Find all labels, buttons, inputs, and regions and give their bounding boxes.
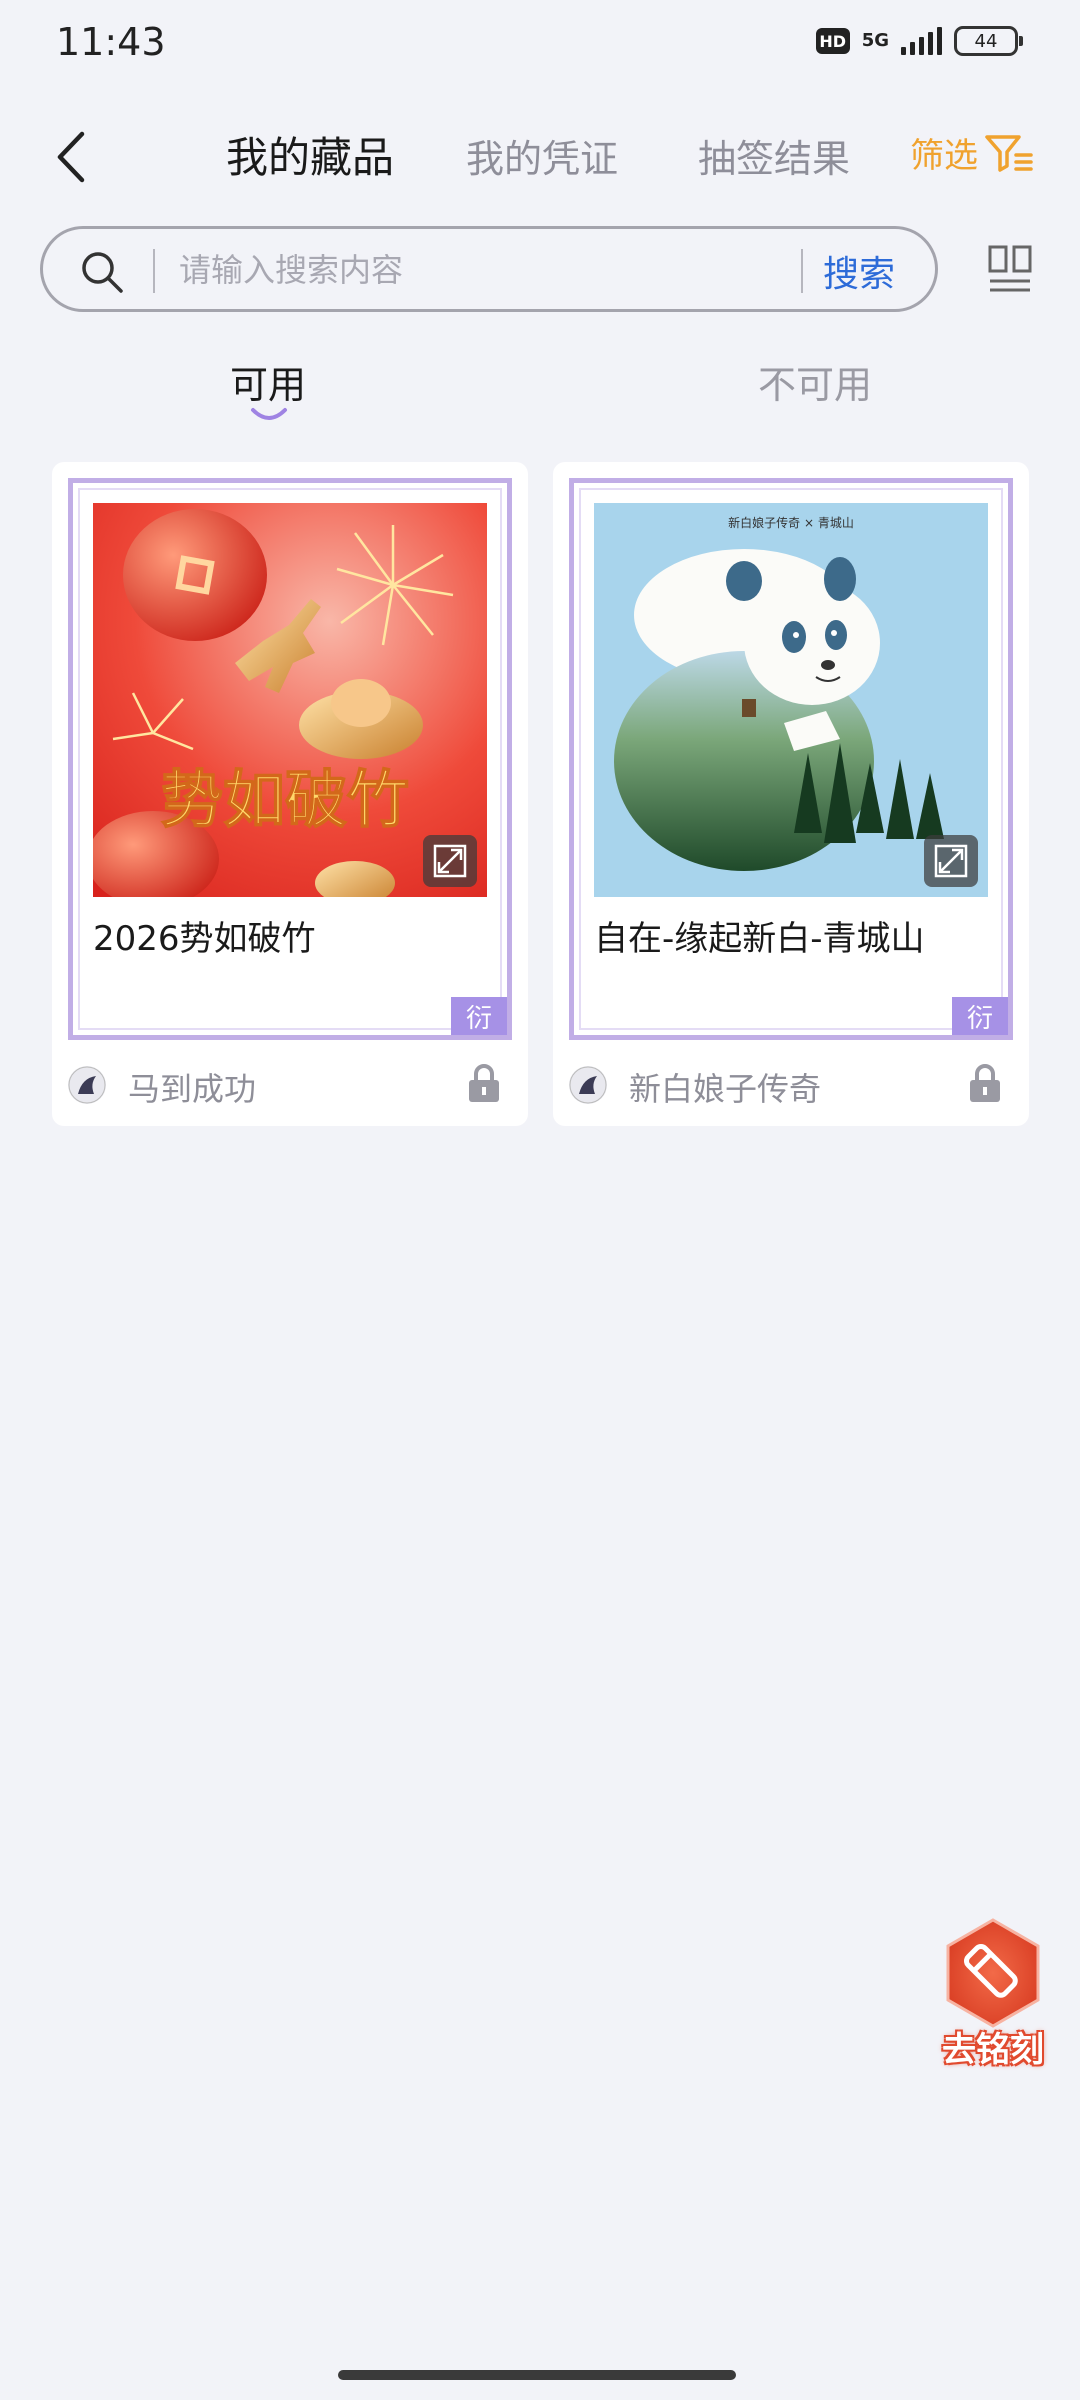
active-tab-indicator xyxy=(251,408,287,420)
engrave-fab[interactable]: 去铭刻 xyxy=(934,1914,1052,2074)
home-indicator[interactable] xyxy=(338,2370,736,2380)
status-time: 11:43 xyxy=(56,20,166,64)
back-arrow-icon[interactable] xyxy=(48,128,98,186)
collection-card[interactable]: 势如破竹 2026势如破竹 衍 马到成功 xyxy=(52,462,528,1126)
collection-card[interactable]: 新白娘子传奇 × 青城山 自在-缘起新白-青城山 衍 新白娘子传奇 xyxy=(553,462,1029,1126)
artwork-text: 新白娘子传奇 × 青城山 xyxy=(728,515,854,530)
collection-title: 自在-缘起新白-青城山 xyxy=(594,919,925,959)
battery-level: 44 xyxy=(974,30,998,52)
search-box: 搜索 xyxy=(40,226,938,312)
battery-icon: 44 xyxy=(954,26,1023,56)
hd-icon: HD xyxy=(815,28,850,54)
artwork-text: 势如破竹 xyxy=(161,763,409,836)
tab-unavailable[interactable]: 不可用 xyxy=(758,354,872,409)
lock-icon xyxy=(469,1064,499,1102)
engrave-label: 去铭刻 xyxy=(942,2030,1044,2070)
grid-layout-icon[interactable] xyxy=(986,244,1034,294)
lock-icon xyxy=(970,1064,1000,1102)
card-footer: 马到成功 xyxy=(68,1060,512,1110)
collection-title: 2026势如破竹 xyxy=(93,919,316,959)
filter-button[interactable]: 筛选 xyxy=(910,128,1034,177)
expand-icon[interactable] xyxy=(924,835,978,887)
search-divider xyxy=(801,249,803,293)
tab-lottery-results[interactable]: 抽签结果 xyxy=(698,128,850,183)
tab-available[interactable]: 可用 xyxy=(230,354,306,409)
search-icon xyxy=(82,252,123,293)
pen-icon xyxy=(946,1918,1040,2028)
collection-image[interactable]: 势如破竹 xyxy=(93,503,487,897)
expand-icon[interactable] xyxy=(423,835,477,887)
filter-label: 筛选 xyxy=(910,136,978,176)
collection-image[interactable]: 新白娘子传奇 × 青城山 xyxy=(594,503,988,897)
status-indicators: HD 5G 44 xyxy=(815,26,1023,56)
creator-avatar xyxy=(569,1066,607,1104)
network-type: 5G xyxy=(861,30,889,51)
derivative-tag: 衍 xyxy=(451,997,507,1035)
derivative-tag: 衍 xyxy=(952,997,1008,1035)
card-footer: 新白娘子传奇 xyxy=(569,1060,1013,1110)
creator-avatar xyxy=(68,1066,106,1104)
status-bar: 11:43 HD 5G 44 xyxy=(0,0,1080,92)
card-frame: 势如破竹 2026势如破竹 衍 xyxy=(68,478,512,1040)
search-button[interactable]: 搜索 xyxy=(823,245,895,297)
filter-icon xyxy=(985,134,1033,172)
card-frame: 新白娘子传奇 × 青城山 自在-缘起新白-青城山 衍 xyxy=(569,478,1013,1040)
search-bar: 搜索 xyxy=(40,226,1040,312)
tab-my-collections[interactable]: 我的藏品 xyxy=(226,124,394,185)
top-nav: 我的藏品 我的凭证 抽签结果 筛选 xyxy=(0,110,1080,200)
tab-my-vouchers[interactable]: 我的凭证 xyxy=(466,128,618,183)
search-divider xyxy=(153,249,155,293)
signal-icon xyxy=(901,27,942,55)
creator-name: 新白娘子传奇 xyxy=(629,1070,822,1108)
search-input[interactable] xyxy=(179,245,819,295)
creator-name: 马到成功 xyxy=(128,1070,257,1108)
